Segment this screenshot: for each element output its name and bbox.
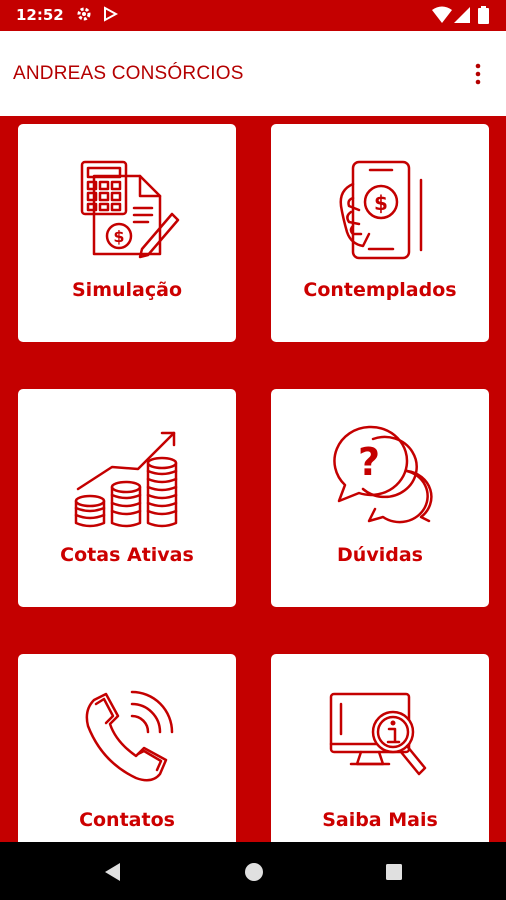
play-store-icon: [102, 6, 119, 26]
svg-text:$: $: [113, 227, 124, 246]
coins-growth-icon: [72, 419, 182, 533]
battery-icon: [478, 6, 489, 28]
phone-money-icon: $: [325, 154, 435, 268]
tile-simulacao[interactable]: $ Simulação: [18, 124, 236, 342]
tile-label: Cotas Ativas: [60, 544, 194, 566]
signal-icon: [454, 6, 470, 28]
calculator-document-icon: $: [72, 154, 182, 268]
tile-label: Simulação: [72, 279, 182, 301]
more-vert-icon: [475, 63, 481, 85]
info-monitor-icon: [325, 684, 435, 798]
settings-icon: [76, 6, 92, 26]
tile-contatos[interactable]: Contatos: [18, 654, 236, 872]
question-chat-icon: ?: [325, 419, 435, 533]
back-icon: [105, 863, 120, 881]
home-icon: [245, 863, 263, 881]
tile-label: Contatos: [79, 809, 175, 831]
status-bar: 12:52: [0, 0, 506, 31]
tile-cotas-ativas[interactable]: Cotas Ativas: [18, 389, 236, 607]
recents-icon: [386, 864, 402, 880]
app-title: ANDREAS CONSÓRCIOS: [13, 63, 244, 84]
phone-call-icon: [72, 684, 182, 798]
status-time: 12:52: [16, 6, 64, 24]
tile-saiba-mais[interactable]: Saiba Mais: [271, 654, 489, 872]
app-bar: ANDREAS CONSÓRCIOS: [0, 31, 506, 116]
tile-duvidas[interactable]: ? Dúvidas: [271, 389, 489, 607]
tile-label: Saiba Mais: [322, 809, 438, 831]
more-options-button[interactable]: [468, 62, 488, 86]
home-button[interactable]: [243, 861, 265, 887]
tile-label: Contemplados: [303, 279, 457, 301]
svg-text:$: $: [374, 191, 388, 215]
tile-contemplados[interactable]: $ Contemplados: [271, 124, 489, 342]
wifi-icon: [432, 6, 452, 28]
navigation-bar: [0, 842, 506, 900]
back-button[interactable]: [101, 861, 123, 887]
recents-button[interactable]: [383, 861, 405, 887]
tile-label: Dúvidas: [337, 544, 423, 566]
svg-text:?: ?: [358, 440, 380, 484]
menu-grid: $ Simulação $ Contemplados Cotas Ativas …: [0, 116, 506, 872]
